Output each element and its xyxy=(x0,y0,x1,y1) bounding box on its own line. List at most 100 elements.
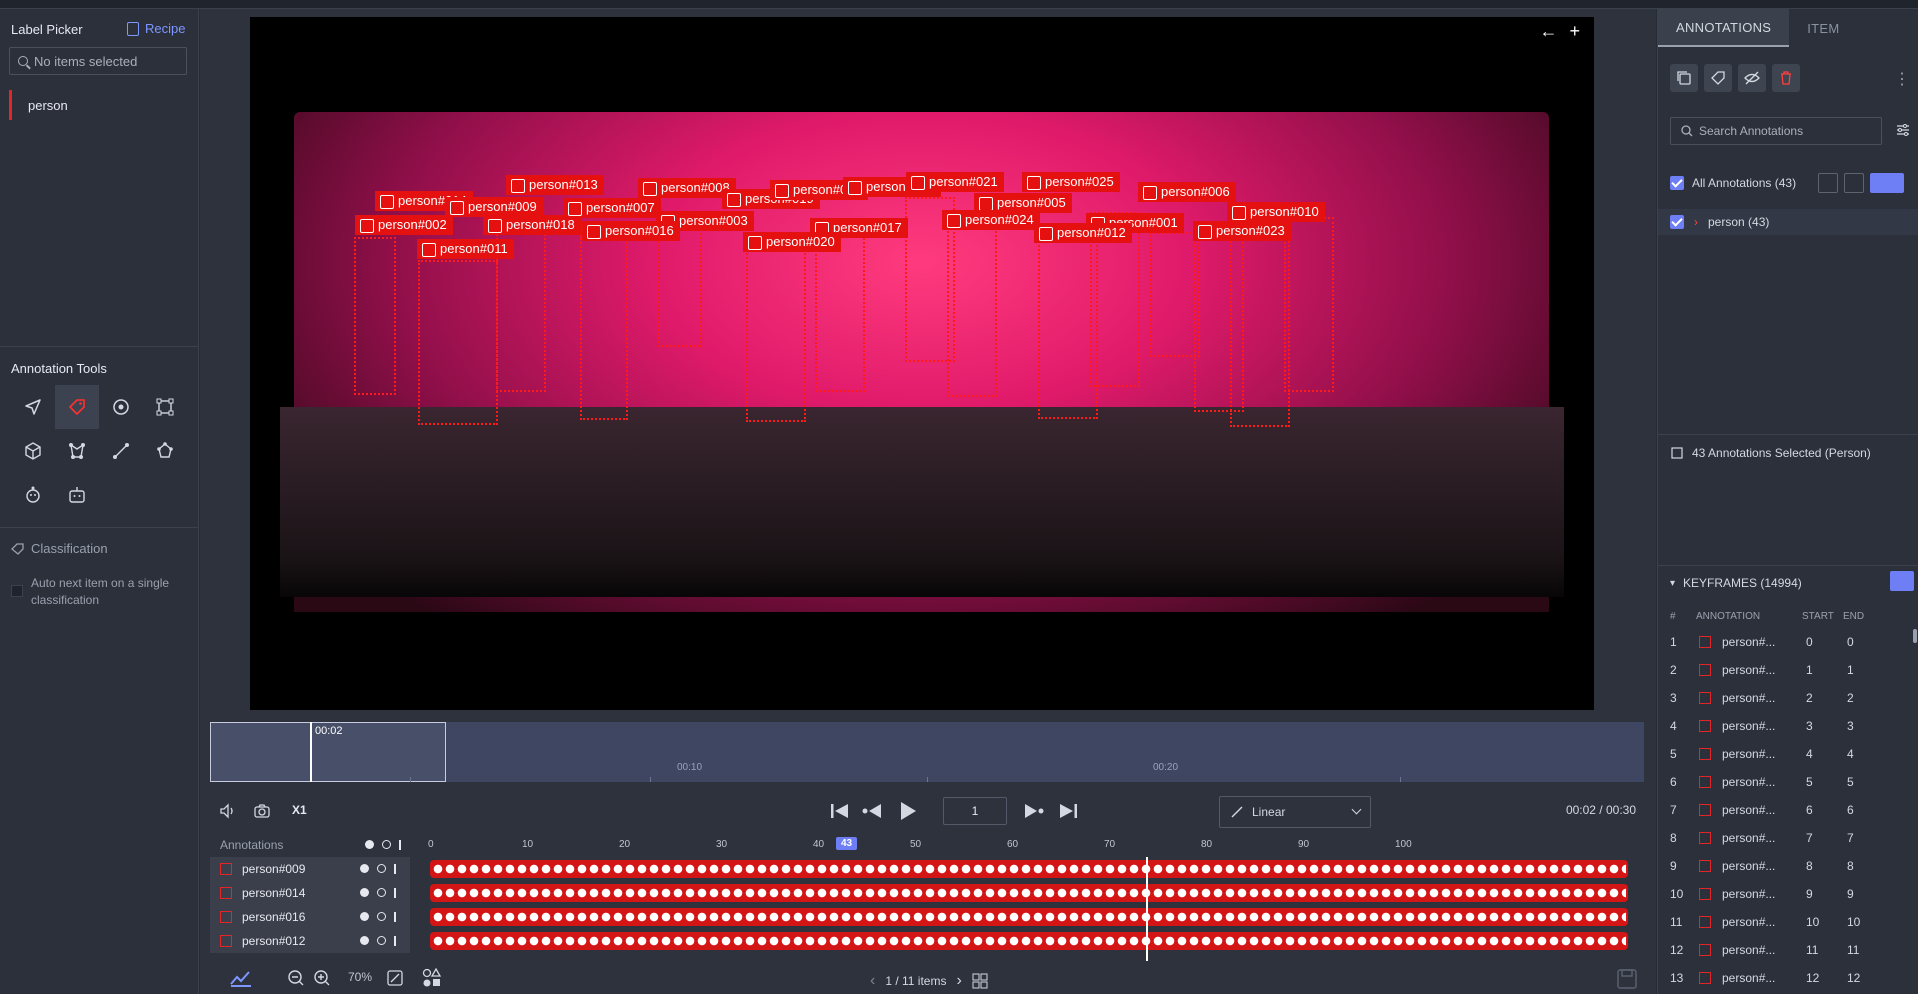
bbox[interactable] xyxy=(354,237,396,395)
auto-next-checkbox[interactable] xyxy=(11,585,23,597)
annotation-track-row[interactable]: person#014 xyxy=(210,881,1644,905)
box-tool-button[interactable] xyxy=(143,385,187,429)
keyframe-dot-icon[interactable] xyxy=(365,840,374,849)
keyframe-row[interactable]: 10 person#... 9 9 xyxy=(1670,884,1910,904)
plus-icon[interactable]: + xyxy=(1569,21,1580,42)
select-tool-button[interactable] xyxy=(11,385,55,429)
visibility-circle-icon[interactable] xyxy=(377,888,386,897)
tab-annotations[interactable]: ANNOTATIONS xyxy=(1658,9,1790,47)
grid-icon[interactable] xyxy=(972,973,988,989)
annotation-tag[interactable]: person#020 xyxy=(743,232,841,252)
polygon-tool-button[interactable] xyxy=(55,429,99,473)
ai-tool-button[interactable] xyxy=(55,473,99,517)
cube-tool-button[interactable] xyxy=(11,429,55,473)
chevron-right-icon[interactable]: › xyxy=(956,972,961,990)
bbox[interactable] xyxy=(947,227,997,397)
keyframe-row[interactable]: 2 person#... 1 1 xyxy=(1670,660,1910,680)
annotation-search-input[interactable]: Search Annotations xyxy=(1670,117,1882,145)
visibility-circle-icon[interactable] xyxy=(377,912,386,921)
visibility-circle-icon[interactable] xyxy=(382,840,391,849)
annotation-tag[interactable]: person#011 xyxy=(417,239,514,259)
bbox[interactable] xyxy=(418,260,498,425)
visibility-circle-icon[interactable] xyxy=(377,864,386,873)
label-search-input[interactable]: No items selected xyxy=(9,47,187,75)
annotation-tag[interactable]: person#021 xyxy=(906,172,1004,192)
divider-icon[interactable] xyxy=(394,864,396,874)
annotation-tag[interactable]: person#010 xyxy=(1227,202,1325,222)
target-icon[interactable] xyxy=(1844,173,1864,193)
skip-start-button[interactable] xyxy=(828,801,852,821)
keyframe-row[interactable]: 7 person#... 6 6 xyxy=(1670,800,1910,820)
keyframes-header[interactable]: ▾ KEYFRAMES (14994) xyxy=(1670,576,1802,590)
filter-icon[interactable] xyxy=(1896,123,1910,137)
group-by-icon[interactable] xyxy=(1870,173,1904,193)
annotation-tag[interactable]: person#024 xyxy=(942,210,1040,230)
next-frame-button[interactable] xyxy=(1022,801,1046,821)
annotation-group-person[interactable]: › person (43) xyxy=(1658,209,1918,235)
keyframe-dot-icon[interactable] xyxy=(360,936,369,945)
bbox[interactable] xyxy=(1150,232,1200,357)
more-menu-icon[interactable]: ⋮ xyxy=(1894,69,1910,89)
all-annotations-checkbox[interactable] xyxy=(1670,176,1684,190)
classification-tool-button[interactable] xyxy=(55,385,99,429)
keyframe-row[interactable]: 6 person#... 5 5 xyxy=(1670,772,1910,792)
keyframe-dot-icon[interactable] xyxy=(360,888,369,897)
interpolation-select[interactable]: Linear xyxy=(1219,796,1371,828)
save-button[interactable] xyxy=(1615,967,1639,991)
volume-button[interactable] xyxy=(218,801,238,821)
annotation-tag[interactable]: person#009 xyxy=(445,197,543,217)
prev-frame-button[interactable] xyxy=(860,801,884,821)
annotation-tag[interactable]: person#018 xyxy=(483,215,581,235)
skip-end-button[interactable] xyxy=(1056,801,1080,821)
divider-icon[interactable] xyxy=(399,840,401,850)
label-item-person[interactable]: person xyxy=(9,90,191,120)
graph-toggle-button[interactable] xyxy=(228,967,254,989)
divider-icon[interactable] xyxy=(394,936,396,946)
copy-button[interactable] xyxy=(1670,64,1698,92)
bbox[interactable] xyxy=(1284,217,1334,392)
point-tool-button[interactable] xyxy=(99,385,143,429)
annotation-tag[interactable]: person#006 xyxy=(1138,182,1236,202)
keyframe-dot-icon[interactable] xyxy=(360,912,369,921)
arrow-left-icon[interactable]: ← xyxy=(1539,21,1557,42)
annotation-track-row[interactable]: person#012 xyxy=(210,929,1644,953)
keyframe-row[interactable]: 8 person#... 7 7 xyxy=(1670,828,1910,848)
play-button[interactable] xyxy=(896,799,920,823)
annotation-tag[interactable]: person#007 xyxy=(563,198,661,218)
playhead[interactable] xyxy=(310,722,312,782)
semantic-tool-button[interactable] xyxy=(143,429,187,473)
keyframe-row[interactable]: 12 person#... 11 11 xyxy=(1670,940,1910,960)
divider-icon[interactable] xyxy=(394,912,396,922)
video-canvas[interactable]: ← + person#014 person#009 person#013 per… xyxy=(250,17,1594,710)
hide-button[interactable] xyxy=(1738,64,1766,92)
keyframe-bar[interactable] xyxy=(430,884,1628,902)
visibility-circle-icon[interactable] xyxy=(377,936,386,945)
annotation-tag[interactable]: person#023 xyxy=(1193,221,1291,241)
annotation-track-row[interactable]: person#016 xyxy=(210,905,1644,929)
keyframe-bar[interactable] xyxy=(430,908,1628,926)
annotation-tag[interactable]: person#013 xyxy=(506,175,604,195)
zoom-in-button[interactable] xyxy=(312,968,332,988)
bbox[interactable] xyxy=(746,242,806,422)
keyframe-row[interactable]: 5 person#... 4 4 xyxy=(1670,744,1910,764)
chevron-left-icon[interactable]: ‹ xyxy=(870,972,875,990)
annotation-tag[interactable]: person#012 xyxy=(1034,223,1132,243)
tab-item[interactable]: ITEM xyxy=(1789,9,1857,47)
scrollbar[interactable] xyxy=(1913,629,1917,643)
sort-icon[interactable] xyxy=(1818,173,1838,193)
group-checkbox[interactable] xyxy=(1670,215,1684,229)
keyframe-row[interactable]: 4 person#... 3 3 xyxy=(1670,716,1910,736)
current-frame-marker[interactable]: 43 xyxy=(836,837,858,850)
timeline-scrubber[interactable]: 00:02 00:10 00:20 xyxy=(210,722,1644,782)
annotation-tag[interactable]: person#002 xyxy=(355,215,453,235)
keyframe-dot-icon[interactable] xyxy=(360,864,369,873)
monitor-icon[interactable] xyxy=(1890,571,1914,591)
recipe-link[interactable]: Recipe xyxy=(127,21,185,36)
auto-next-toggle[interactable]: Auto next item on a single classificatio… xyxy=(11,575,191,609)
delete-button[interactable] xyxy=(1772,64,1800,92)
bbox[interactable] xyxy=(580,235,628,420)
zoom-out-button[interactable] xyxy=(286,968,306,988)
keyframe-bar[interactable] xyxy=(430,932,1628,950)
pose-tool-button[interactable] xyxy=(11,473,55,517)
keyframe-row[interactable]: 1 person#... 0 0 xyxy=(1670,632,1910,652)
